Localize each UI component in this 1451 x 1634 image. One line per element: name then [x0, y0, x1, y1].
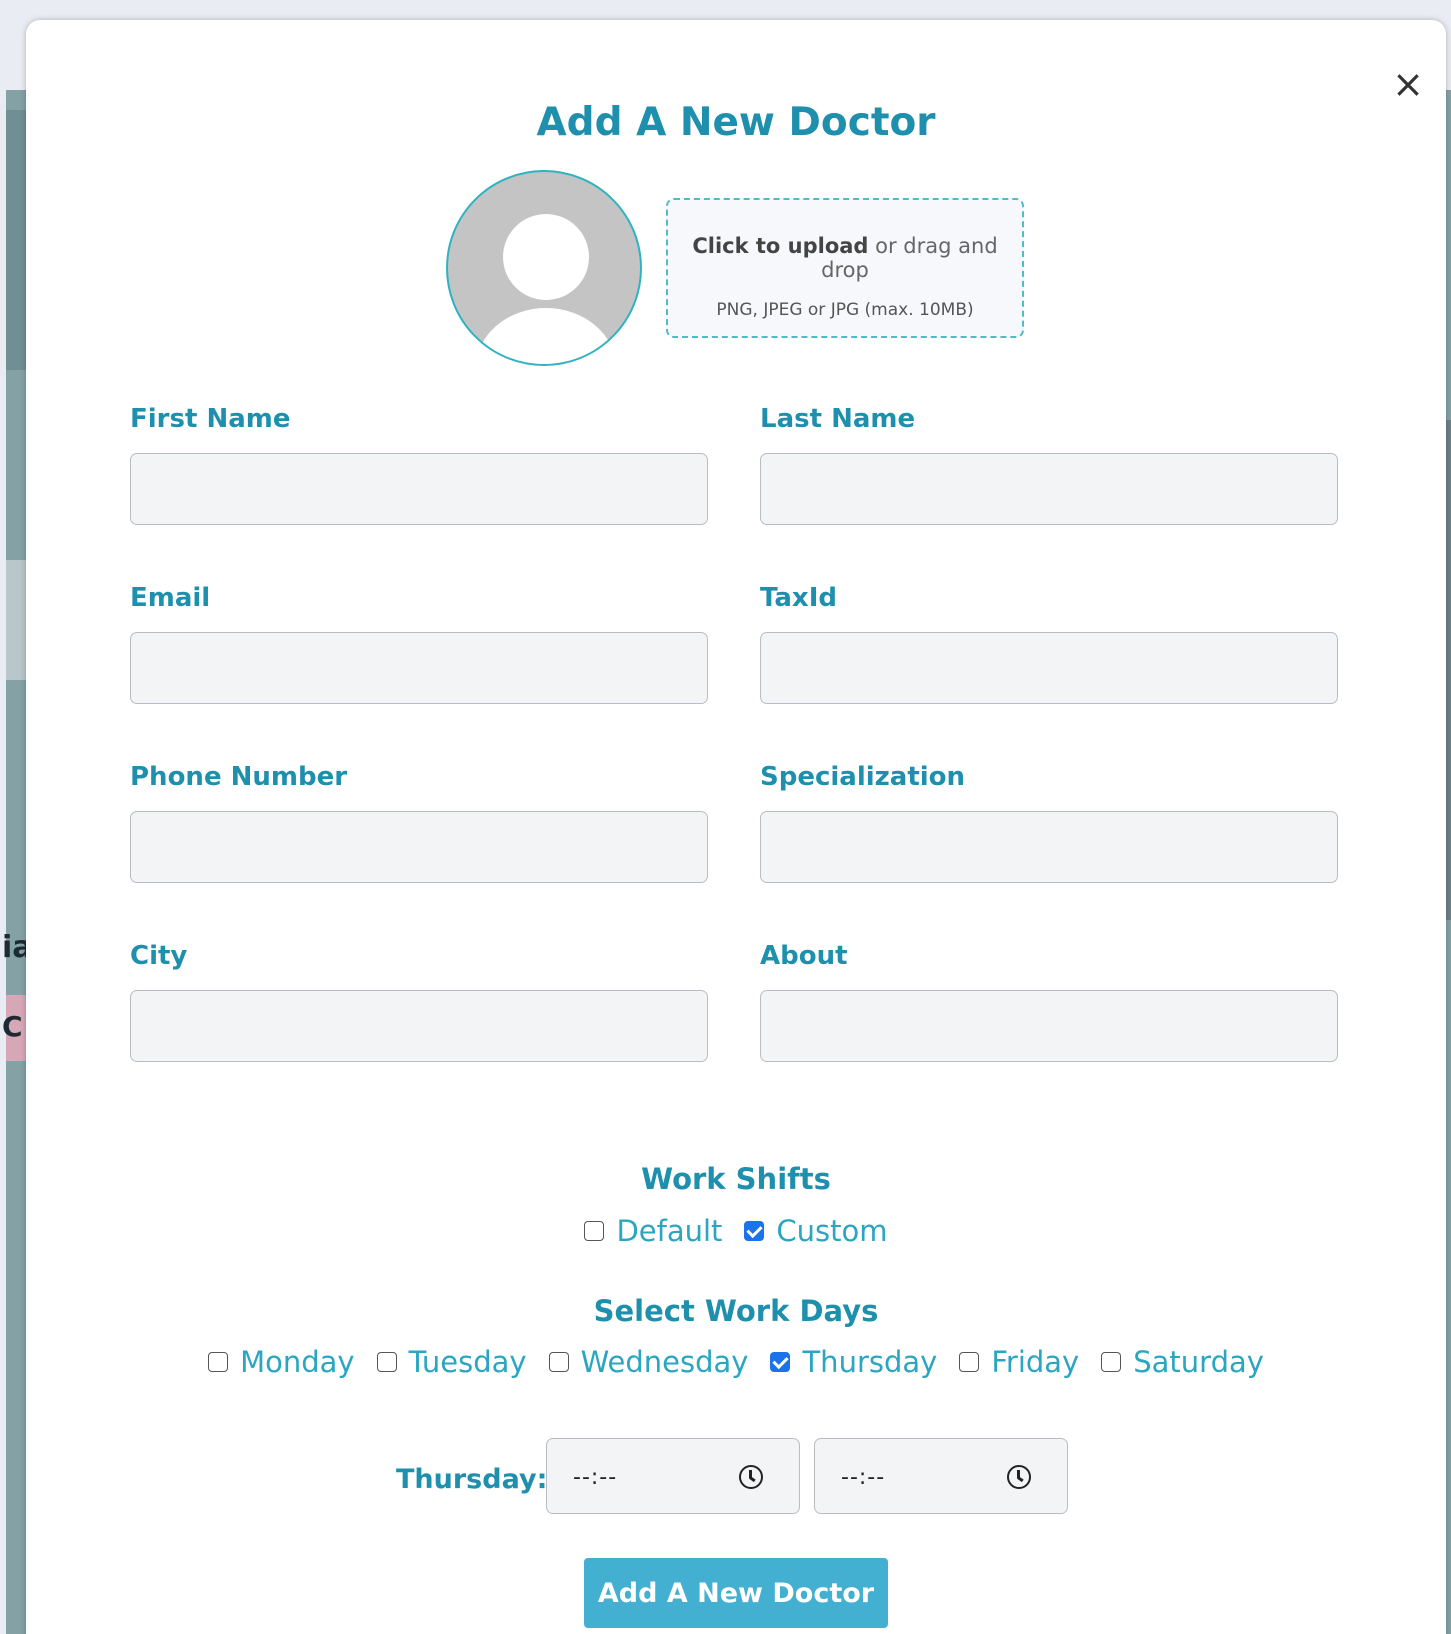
work-shifts-options: Default Custom — [26, 1214, 1446, 1248]
email-input[interactable] — [130, 632, 708, 704]
specialization-input[interactable] — [760, 811, 1338, 883]
checkbox[interactable] — [584, 1221, 605, 1241]
checkbox[interactable] — [770, 1352, 791, 1372]
shift-option-label: Custom — [776, 1214, 888, 1248]
start-time-input[interactable]: --:-- — [546, 1438, 800, 1514]
work-days-heading: Select Work Days — [593, 1294, 879, 1328]
checkbox[interactable] — [959, 1352, 980, 1372]
city-label: City — [130, 941, 188, 971]
day-option-friday[interactable]: Friday — [959, 1345, 1079, 1379]
tax-id-label: TaxId — [760, 583, 837, 613]
day-option-label: Friday — [991, 1345, 1080, 1379]
about-input[interactable] — [760, 990, 1338, 1062]
upload-instructions: Click to upload or drag and drop — [668, 234, 1022, 282]
clock-icon[interactable] — [1007, 1465, 1031, 1489]
day-option-label: Wednesday — [580, 1345, 749, 1379]
last-name-label: Last Name — [760, 404, 916, 434]
image-upload-dropzone[interactable]: Click to upload or drag and drop PNG, JP… — [666, 198, 1024, 338]
phone-number-input[interactable] — [130, 811, 708, 883]
day-option-label: Monday — [240, 1345, 355, 1379]
day-option-label: Thursday — [802, 1345, 938, 1379]
day-option-thursday[interactable]: Thursday — [770, 1345, 937, 1379]
specialization-label: Specialization — [760, 762, 966, 792]
tax-id-input[interactable] — [760, 632, 1338, 704]
end-time-value: --:-- — [841, 1465, 886, 1490]
first-name-input[interactable] — [130, 453, 708, 525]
city-input[interactable] — [130, 990, 708, 1062]
add-doctor-submit-button[interactable]: Add A New Doctor — [584, 1558, 888, 1628]
shift-option-label: Default — [616, 1214, 723, 1248]
day-option-label: Saturday — [1133, 1345, 1264, 1379]
work-shifts-heading: Work Shifts — [641, 1162, 831, 1196]
modal-title: Add A New Doctor — [536, 100, 936, 145]
checkbox[interactable] — [1101, 1352, 1122, 1372]
email-label: Email — [130, 583, 211, 613]
start-time-value: --:-- — [573, 1465, 618, 1490]
work-days-options: Monday Tuesday Wednesday Thursday Friday Satu… — [26, 1345, 1446, 1379]
shift-option-default[interactable]: Default — [584, 1214, 722, 1248]
day-option-monday[interactable]: Monday — [208, 1345, 355, 1379]
background-text: C — [2, 1010, 23, 1043]
checkbox[interactable] — [548, 1352, 569, 1372]
day-option-saturday[interactable]: Saturday — [1101, 1345, 1264, 1379]
about-label: About — [760, 941, 848, 971]
checkbox[interactable] — [744, 1221, 765, 1241]
shift-option-custom[interactable]: Custom — [744, 1214, 888, 1248]
upload-formats: PNG, JPEG or JPG (max. 10MB) — [716, 300, 974, 320]
phone-number-label: Phone Number — [130, 762, 348, 792]
checkbox[interactable] — [376, 1352, 397, 1372]
day-option-label: Tuesday — [408, 1345, 527, 1379]
end-time-input[interactable]: --:-- — [814, 1438, 1068, 1514]
upload-click-text: Click to upload — [692, 234, 869, 258]
add-doctor-modal: × Add A New Doctor Click to upload or dr… — [26, 20, 1446, 1634]
thursday-time-label: Thursday: — [396, 1464, 548, 1495]
first-name-label: First Name — [130, 404, 291, 434]
last-name-input[interactable] — [760, 453, 1338, 525]
day-option-tuesday[interactable]: Tuesday — [376, 1345, 527, 1379]
user-placeholder-icon — [446, 170, 642, 366]
day-option-wednesday[interactable]: Wednesday — [548, 1345, 749, 1379]
clock-icon[interactable] — [739, 1465, 763, 1489]
checkbox[interactable] — [208, 1352, 229, 1372]
